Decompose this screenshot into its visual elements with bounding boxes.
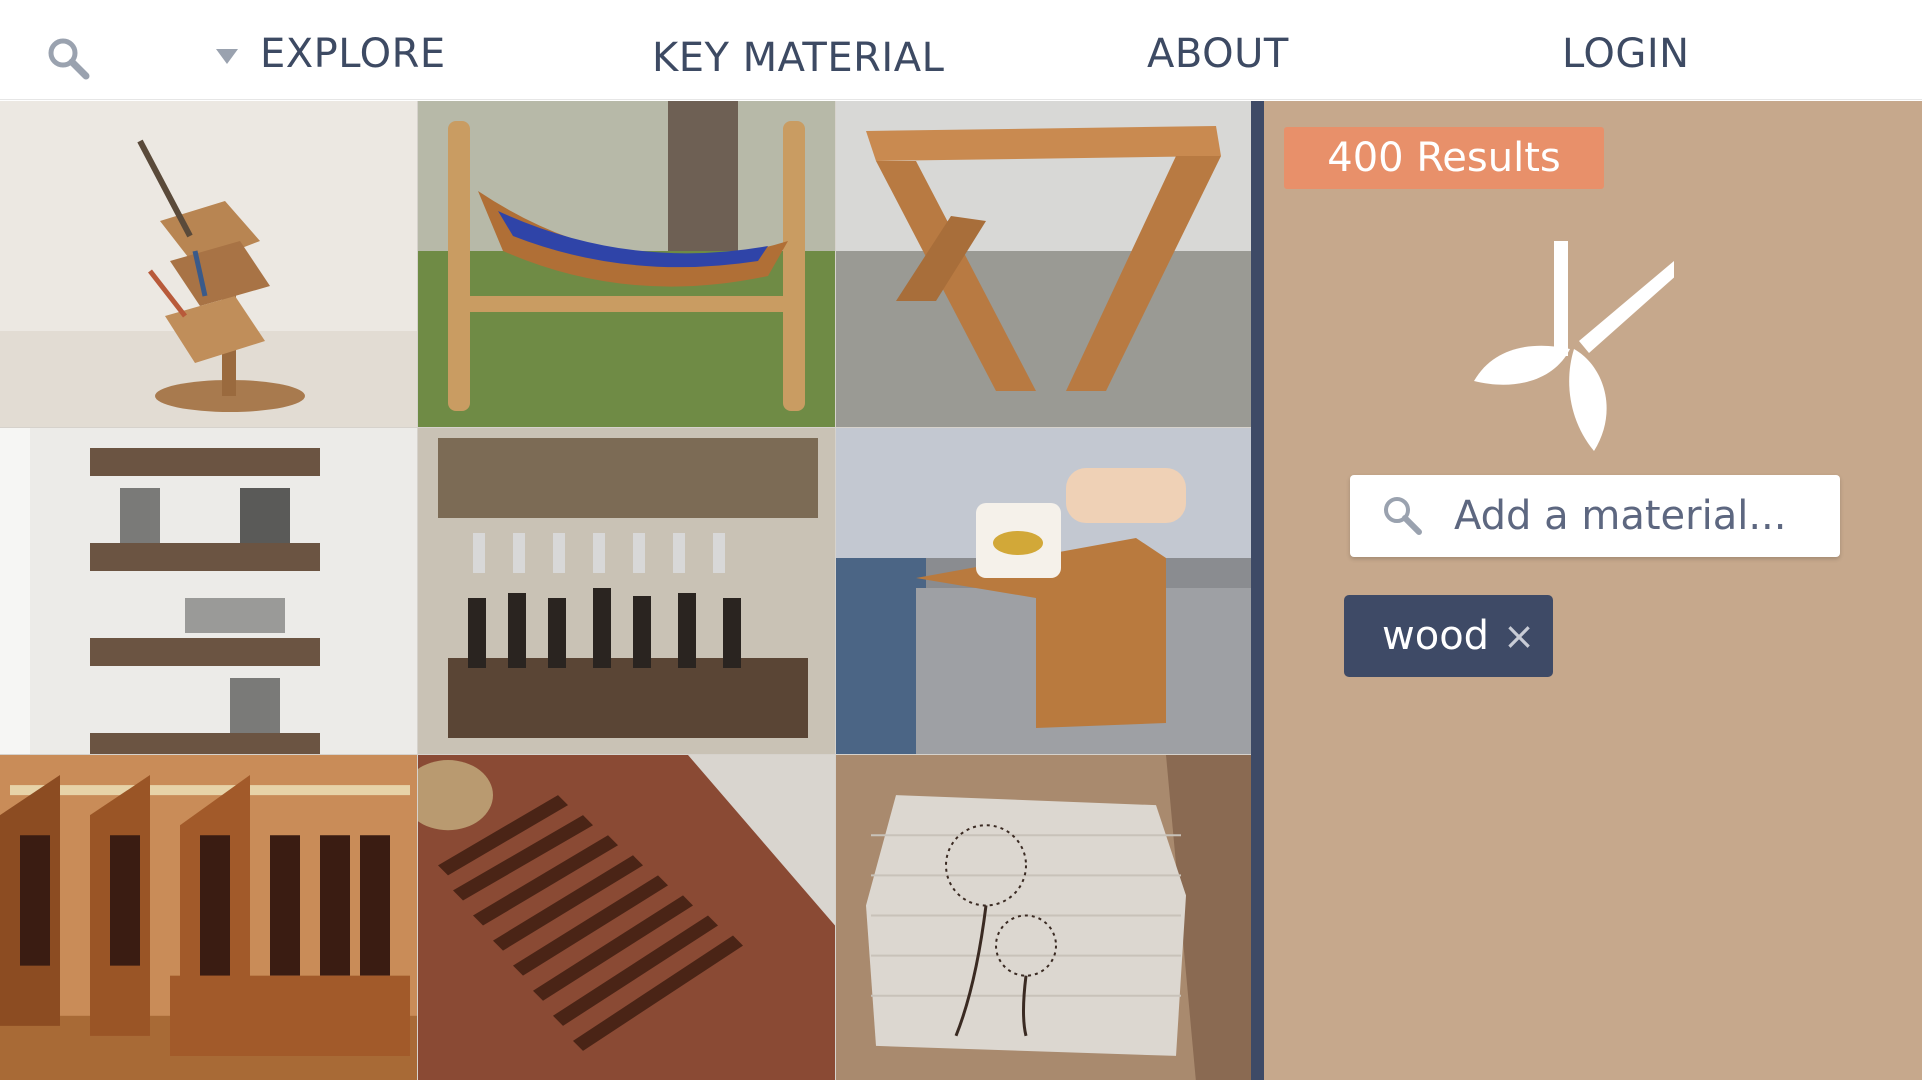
gallery-tile-pallet-wine-rack[interactable] xyxy=(418,428,835,754)
gallery-tile-dandelion-wall-art[interactable] xyxy=(836,755,1253,1080)
nav-key-material[interactable]: KEY MATERIAL xyxy=(652,34,944,82)
project-gallery xyxy=(0,101,1253,1080)
material-tag-label: wood xyxy=(1382,613,1490,659)
nav-login[interactable]: LOGIN xyxy=(1562,30,1690,78)
panel-divider xyxy=(1251,101,1264,1080)
nav-about[interactable]: ABOUT xyxy=(1147,30,1289,78)
material-tag-wood: wood × xyxy=(1344,595,1553,677)
nav-explore-label: EXPLORE xyxy=(260,31,446,77)
chevron-down-icon xyxy=(216,48,238,64)
close-icon[interactable]: × xyxy=(1503,595,1535,677)
top-navigation: EXPLORE KEY MATERIAL ABOUT LOGIN xyxy=(0,0,1922,100)
gallery-tile-floating-shelves[interactable] xyxy=(0,428,417,754)
gallery-tile-sofa-arm-tray[interactable] xyxy=(836,428,1253,754)
leaf-scissors-logo-icon xyxy=(1474,231,1679,451)
gallery-tile-beer-caddies[interactable] xyxy=(0,755,417,1080)
gallery-tile-desk-organizer[interactable] xyxy=(0,101,417,427)
search-icon xyxy=(1380,493,1424,537)
search-icon[interactable] xyxy=(44,34,92,82)
gallery-tile-slat-doormat[interactable] xyxy=(418,755,835,1080)
gallery-tile-x-leg-stool[interactable] xyxy=(836,101,1253,427)
material-filter-panel: 400 Results wood × xyxy=(1264,101,1922,1080)
results-count-badge: 400 Results xyxy=(1284,127,1604,189)
material-input[interactable] xyxy=(1454,485,1824,547)
nav-explore[interactable]: EXPLORE xyxy=(216,30,446,78)
material-search-field[interactable] xyxy=(1350,475,1840,557)
gallery-tile-boat-cradle[interactable] xyxy=(418,101,835,427)
